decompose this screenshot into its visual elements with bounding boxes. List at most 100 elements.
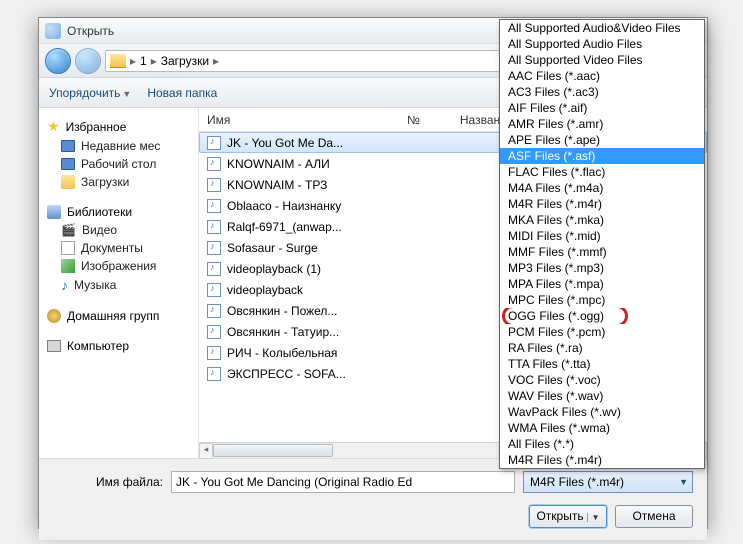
breadcrumb-part[interactable]: Загрузки [161,54,209,68]
download-icon [61,175,75,189]
audio-file-icon [207,136,221,150]
file-name: KNOWNAIM - ТРЗ [227,178,327,192]
file-name: ЭКСПРЕСС - SOFA... [227,367,346,381]
dropdown-item[interactable]: MKA Files (*.mka) [500,212,704,228]
sidebar-item-music[interactable]: ♪Музыка [43,275,194,295]
dropdown-item[interactable]: MIDI Files (*.mid) [500,228,704,244]
audio-file-icon [207,262,221,276]
chevron-down-icon: ▼ [679,477,688,487]
dropdown-item[interactable]: RA Files (*.ra) [500,340,704,356]
dropdown-item[interactable]: M4A Files (*.m4a) [500,180,704,196]
filetype-combo[interactable]: M4R Files (*.m4r) ▼ [523,471,693,493]
audio-file-icon [207,325,221,339]
scroll-left-icon[interactable]: ◂ [199,443,213,459]
file-name: Sofasaur - Surge [227,241,318,255]
file-name: Oblaaco - Наизнанку [227,199,341,213]
folder-icon [110,54,126,68]
dropdown-item[interactable]: WAV Files (*.wav) [500,388,704,404]
dropdown-item[interactable]: ASF Files (*.asf) [500,148,704,164]
forward-button[interactable] [75,48,101,74]
dropdown-item[interactable]: MP3 Files (*.mp3) [500,260,704,276]
window-title: Открыть [67,24,114,38]
back-button[interactable] [45,48,71,74]
breadcrumb[interactable]: ▸ 1 ▸ Загрузки ▸ [105,50,509,72]
chevron-right-icon: ▸ [213,54,219,68]
breadcrumb-part[interactable]: 1 [140,54,147,68]
dropdown-item[interactable]: WMA Files (*.wma) [500,420,704,436]
app-icon [45,23,61,39]
dropdown-item[interactable]: AMR Files (*.amr) [500,116,704,132]
dialog-footer: Имя файла: M4R Files (*.m4r) ▼ Открыть▼ … [39,458,707,540]
sidebar-favorites[interactable]: ★Избранное [43,116,194,137]
document-icon [61,241,75,255]
highlight-annotation [502,308,628,324]
dropdown-item[interactable]: All Supported Video Files [500,52,704,68]
music-icon: ♪ [61,277,68,293]
sidebar-item-recent[interactable]: Недавние мес [43,137,194,155]
dropdown-item[interactable]: VOC Files (*.voc) [500,372,704,388]
dropdown-item[interactable]: OGG Files (*.ogg) [500,308,704,324]
dropdown-item[interactable]: AIF Files (*.aif) [500,100,704,116]
dropdown-item[interactable]: TTA Files (*.tta) [500,356,704,372]
file-name: videoplayback (1) [227,262,321,276]
file-name: РИЧ - Колыбельная [227,346,337,360]
sidebar-libraries[interactable]: Библиотеки [43,203,194,221]
dropdown-item[interactable]: AAC Files (*.aac) [500,68,704,84]
filename-input[interactable] [171,471,515,493]
file-name: videoplayback [227,283,303,297]
sidebar-item-images[interactable]: Изображения [43,257,194,275]
sidebar-item-documents[interactable]: Документы [43,239,194,257]
dropdown-item[interactable]: M4R Files (*.m4r) [500,196,704,212]
col-name[interactable]: Имя [207,113,367,127]
scrollbar-thumb[interactable] [213,444,333,457]
star-icon: ★ [47,118,60,135]
dropdown-item[interactable]: WavPack Files (*.wv) [500,404,704,420]
file-name: Ralqf-6971_(anwap... [227,220,342,234]
image-icon [61,259,75,273]
chevron-right-icon: ▸ [151,54,157,68]
audio-file-icon [207,283,221,297]
file-name: KNOWNAIM - АЛИ [227,157,330,171]
video-icon: 🎬 [61,223,76,237]
file-name: Овсянкин - Татуир... [227,325,339,339]
chevron-right-icon: ▸ [130,54,136,68]
recent-icon [61,140,75,152]
dropdown-item[interactable]: MMF Files (*.mmf) [500,244,704,260]
filetype-selected: M4R Files (*.m4r) [530,475,624,489]
library-icon [47,205,61,219]
audio-file-icon [207,178,221,192]
dropdown-item[interactable]: MPC Files (*.mpc) [500,292,704,308]
audio-file-icon [207,157,221,171]
file-name: Овсянкин - Пожел... [227,304,337,318]
audio-file-icon [207,304,221,318]
dropdown-item[interactable]: M4R Files (*.m4r) [500,452,704,468]
desktop-icon [61,158,75,170]
new-folder-button[interactable]: Новая папка [147,86,217,100]
dropdown-item[interactable]: APE Files (*.ape) [500,132,704,148]
audio-file-icon [207,241,221,255]
audio-file-icon [207,346,221,360]
sidebar-computer[interactable]: Компьютер [43,337,194,355]
file-name: JK - You Got Me Da... [227,136,343,150]
organize-menu[interactable]: Упорядочить▼ [49,86,131,100]
audio-file-icon [207,367,221,381]
sidebar-homegroup[interactable]: Домашняя групп [43,307,194,325]
cancel-button[interactable]: Отмена [615,505,693,528]
dropdown-item[interactable]: AC3 Files (*.ac3) [500,84,704,100]
dropdown-item[interactable]: FLAC Files (*.flac) [500,164,704,180]
col-number[interactable]: № [407,113,420,127]
dropdown-item[interactable]: PCM Files (*.pcm) [500,324,704,340]
navigation-sidebar: ★Избранное Недавние мес Рабочий стол Заг… [39,108,199,458]
filename-label: Имя файла: [53,475,163,489]
sidebar-item-desktop[interactable]: Рабочий стол [43,155,194,173]
dropdown-item[interactable]: MPA Files (*.mpa) [500,276,704,292]
dropdown-item[interactable]: All Files (*.*) [500,436,704,452]
sidebar-item-video[interactable]: 🎬Видео [43,221,194,239]
open-button[interactable]: Открыть▼ [529,505,607,528]
sidebar-item-downloads[interactable]: Загрузки [43,173,194,191]
dropdown-item[interactable]: All Supported Audio&Video Files [500,20,704,36]
computer-icon [47,340,61,352]
filetype-dropdown[interactable]: All Supported Audio&Video FilesAll Suppo… [499,19,705,469]
audio-file-icon [207,220,221,234]
dropdown-item[interactable]: All Supported Audio Files [500,36,704,52]
